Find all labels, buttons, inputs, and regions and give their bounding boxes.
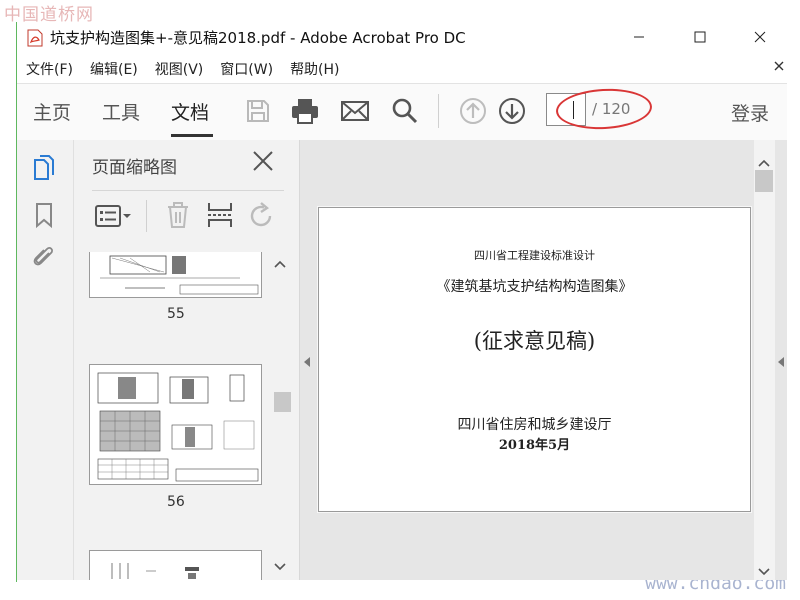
thumbnail-scroll-down[interactable] <box>273 558 287 577</box>
triangle-left-icon <box>304 357 310 367</box>
arrow-up-circle-icon <box>460 98 486 124</box>
close-icon <box>754 31 766 43</box>
thumbnail-page[interactable] <box>89 364 262 485</box>
paperclip-icon <box>33 247 53 266</box>
collapse-left-pane-button[interactable] <box>303 353 311 372</box>
delete-page-button[interactable] <box>165 201 191 233</box>
doc-date: 2018年5月 <box>498 438 571 453</box>
panel-pointer <box>64 162 73 176</box>
chevron-down-icon <box>274 563 286 571</box>
window-title: 坑支护构造图集+-意见稿2018.pdf - Adobe Acrobat Pro… <box>50 29 466 47</box>
maximize-button[interactable] <box>680 22 720 52</box>
thumbnail-page-label: 56 <box>167 494 185 510</box>
toolbar-divider <box>438 94 439 128</box>
split-pages-icon <box>208 203 232 227</box>
active-tab-indicator <box>171 134 213 137</box>
maximize-icon <box>694 31 706 43</box>
expand-right-pane-button[interactable] <box>777 353 785 372</box>
minimize-button[interactable] <box>619 22 659 52</box>
panel-divider <box>92 190 284 191</box>
drawing-preview <box>100 255 259 295</box>
page-thumbnails-button[interactable] <box>32 154 56 182</box>
menu-window[interactable]: 窗口(W) <box>220 59 273 79</box>
drawing-preview <box>97 372 259 482</box>
document-scroll-thumb[interactable] <box>755 170 773 192</box>
thumbnail-options-button[interactable] <box>94 203 132 233</box>
bookmark-icon <box>36 203 52 229</box>
arrow-down-circle-icon <box>499 98 525 124</box>
previous-page-button[interactable] <box>458 96 488 126</box>
doc-subtitle: 四川省工程建设标准设计 <box>474 249 595 262</box>
doc-publisher: 四川省住房和城乡建设厅 <box>457 417 612 433</box>
search-icon <box>392 98 418 124</box>
menu-file[interactable]: 文件(F) <box>26 59 73 79</box>
chevron-up-icon <box>274 260 286 268</box>
menu-view[interactable]: 视图(V) <box>155 59 204 79</box>
mail-icon <box>341 101 369 121</box>
email-button[interactable] <box>340 96 370 126</box>
pdf-file-icon <box>27 29 43 47</box>
tab-home[interactable]: 主页 <box>33 98 71 125</box>
thumbnail-scroll-up[interactable] <box>273 255 287 274</box>
menu-edit[interactable]: 编辑(E) <box>90 59 138 79</box>
toolbar-divider <box>146 200 147 232</box>
extract-page-button[interactable] <box>206 201 234 233</box>
close-document-button[interactable] <box>774 57 784 75</box>
pages-icon <box>34 155 54 180</box>
login-button[interactable]: 登录 <box>731 99 769 126</box>
menu-bar: 文件(F) 编辑(E) 视图(V) 窗口(W) 帮助(H) <box>26 59 357 79</box>
close-panel-button[interactable] <box>252 150 274 178</box>
thumbnail-panel-title: 页面缩略图 <box>92 158 177 178</box>
doc-draft-label: (征求意见稿) <box>473 329 596 353</box>
rotate-icon <box>250 202 272 227</box>
tab-document[interactable]: 文档 <box>171 98 209 125</box>
thumbnail-scroll-thumb[interactable] <box>274 392 291 412</box>
options-menu-icon <box>95 205 131 227</box>
printer-icon <box>292 99 318 124</box>
thumbnail-page-label: 55 <box>167 306 185 322</box>
menu-help[interactable]: 帮助(H) <box>290 59 339 79</box>
bookmarks-button[interactable] <box>32 201 56 229</box>
document-scroll-down[interactable] <box>757 563 771 582</box>
save-icon <box>247 100 269 122</box>
print-button[interactable] <box>290 96 320 126</box>
rotate-page-button[interactable] <box>248 202 276 234</box>
watermark-top: 中国道桥网 <box>4 5 94 25</box>
doc-title: 《建筑基坑支护结构构造图集》 <box>436 279 633 295</box>
close-icon <box>774 61 784 71</box>
tab-tools[interactable]: 工具 <box>102 98 140 125</box>
close-window-button[interactable] <box>740 22 780 52</box>
next-page-button[interactable] <box>497 96 527 126</box>
save-button[interactable] <box>243 96 273 126</box>
triangle-left-icon <box>778 357 784 367</box>
trash-icon <box>168 202 188 228</box>
chevron-up-icon <box>758 159 770 167</box>
chevron-down-icon <box>758 568 770 576</box>
thumbnail-page[interactable] <box>89 550 262 580</box>
close-icon <box>253 151 273 171</box>
attachments-button[interactable] <box>32 244 56 272</box>
search-button[interactable] <box>390 96 420 126</box>
thumbnail-page[interactable] <box>89 252 262 298</box>
minimize-icon <box>634 36 644 38</box>
document-scrollbar[interactable] <box>754 140 775 580</box>
drawing-preview <box>111 563 199 579</box>
